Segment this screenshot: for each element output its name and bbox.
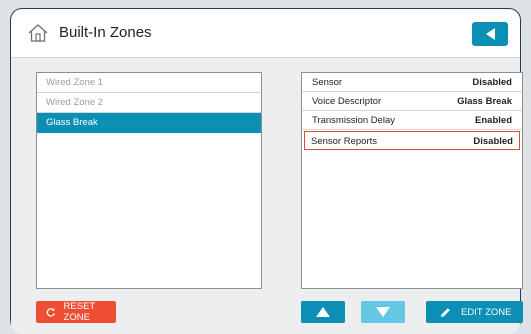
back-arrow-icon (485, 28, 495, 40)
property-row-sensor[interactable]: Sensor Disabled (302, 73, 522, 92)
property-label: Transmission Delay (312, 115, 396, 126)
property-row-transmission-delay[interactable]: Transmission Delay Enabled (302, 111, 522, 130)
zone-list: Wired Zone 1 Wired Zone 2 Glass Break (36, 72, 262, 289)
content-area: Wired Zone 1 Wired Zone 2 Glass Break Se… (11, 57, 523, 334)
property-row-voice-descriptor[interactable]: Voice Descriptor Glass Break (302, 92, 522, 111)
zone-item-wired-zone-2[interactable]: Wired Zone 2 (37, 93, 261, 113)
property-row-sensor-reports[interactable]: Sensor Reports Disabled (304, 131, 520, 150)
back-button[interactable] (472, 22, 508, 46)
property-label: Sensor (312, 77, 343, 88)
pencil-icon (440, 307, 450, 317)
property-label: Voice Descriptor (312, 96, 382, 107)
reset-icon (46, 307, 55, 317)
property-value: Disabled (473, 136, 513, 147)
zone-item-glass-break[interactable]: Glass Break (37, 113, 261, 133)
property-label: Sensor Reports (311, 136, 378, 147)
zone-item-wired-zone-1[interactable]: Wired Zone 1 (37, 73, 261, 93)
property-value: Disabled (472, 77, 512, 88)
page-title: Built-In Zones (59, 24, 152, 41)
edit-zone-label: EDIT ZONE (461, 306, 512, 318)
home-icon (28, 24, 48, 42)
zone-properties: Sensor Disabled Voice Descriptor Glass B… (301, 72, 523, 289)
property-value: Enabled (475, 115, 512, 126)
property-value: Glass Break (457, 96, 512, 107)
app-window: Built-In Zones Wired Zone 1 Wired Zone 2… (10, 8, 523, 334)
arrow-down-icon (376, 307, 390, 317)
header-bar: Built-In Zones (11, 9, 520, 57)
arrow-up-icon (316, 307, 330, 317)
